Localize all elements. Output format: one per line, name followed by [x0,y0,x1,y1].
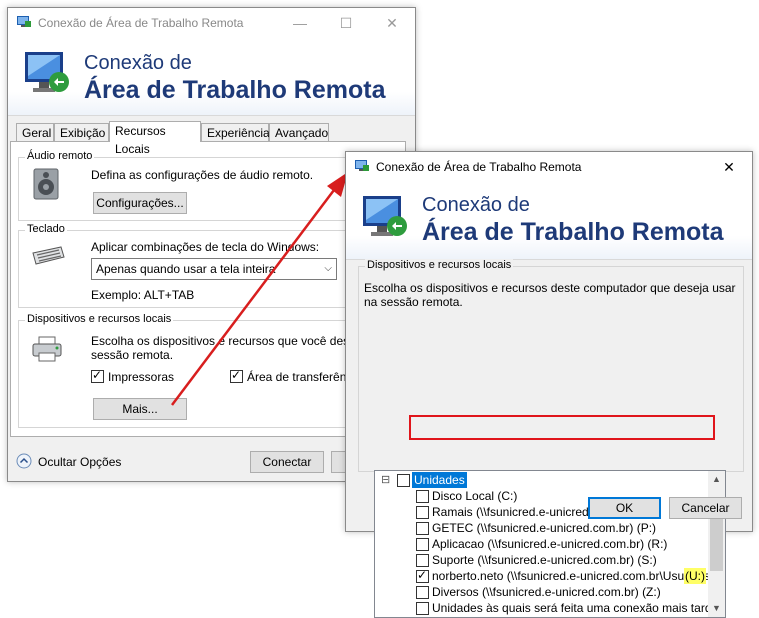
window-title: Conexão de Área de Trabalho Remota [38,16,244,30]
scroll-down-icon[interactable]: ▼ [708,600,725,617]
tab-experiencia[interactable]: Experiência [201,123,270,141]
keyboard-description: Aplicar combinações de tecla do Windows: [91,240,320,254]
tab-recursos-locais[interactable]: Recursos Locais [109,121,201,156]
keyboard-select-value: Apenas quando usar a tela inteira [96,262,276,276]
rdp-banner: Conexão de Área de Trabalho Remota [8,38,415,116]
ok-button[interactable]: OK [588,497,661,519]
tree-root-checkbox[interactable] [397,474,410,487]
front-devices-description-line2: na sessão remota. [364,295,463,309]
printers-label: Impressoras [108,370,175,384]
rdp-monitor-icon [21,48,73,103]
audio-description: Defina as configurações de áudio remoto. [91,168,314,182]
devices-description-line1: Escolha os dispositivos e recursos que v… [91,334,376,348]
scroll-up-icon[interactable]: ▲ [708,471,725,488]
tree-item-checkbox[interactable] [416,522,429,535]
tree-item-checkbox[interactable] [416,538,429,551]
front-banner-line1: Conexão de [422,194,530,216]
tree-expander-icon[interactable]: ⊟ [381,472,390,488]
tree-item-label[interactable]: Diversos (\\fsunicred.e-unicred.com.br) … [432,584,661,600]
tree-item-checkbox[interactable] [416,602,429,615]
close-icon[interactable]: ✕ [706,152,752,182]
rdp-app-icon [355,160,369,172]
banner-line2: Área de Trabalho Remota [84,76,386,104]
tree-item-checkbox[interactable] [416,490,429,503]
front-window: Conexão de Área de Trabalho Remota ✕ Con… [345,151,753,618]
front-rdp-banner: Conexão de Área de Trabalho Remota [346,182,752,260]
connect-button[interactable]: Conectar [250,451,324,473]
minimize-icon[interactable]: — [277,8,323,38]
audio-settings-button[interactable]: Configurações... [93,192,187,214]
speaker-icon [33,168,59,203]
front-window-title: Conexão de Área de Trabalho Remota [376,160,582,174]
tree-item-label[interactable]: norberto.neto (\\fsunicred.e-unicred.com… [432,568,714,584]
keyboard-combination-select[interactable]: Apenas quando usar a tela inteira ⌵ [91,258,337,280]
tree-item-checkbox[interactable] [416,506,429,519]
tab-exibicao[interactable]: Exibição [54,123,109,141]
selection-highlight-box [409,415,715,440]
tree-scrollbar[interactable]: ▲ ▼ [708,471,725,617]
clipboard-checkbox[interactable] [230,368,243,383]
close-icon[interactable]: ✕ [369,8,415,38]
title-bar[interactable]: Conexão de Área de Trabalho Remota — ☐ ✕ [8,8,415,38]
keyboard-group-label: Teclado [25,223,67,235]
maximize-icon[interactable]: ☐ [323,8,369,38]
printer-icon [31,335,65,366]
hide-options-icon[interactable] [16,453,32,472]
devices-description-line2: sessão remota. [91,348,174,362]
tab-geral[interactable]: Geral [16,123,54,141]
keyboard-icon [31,245,65,270]
front-banner-line2: Área de Trabalho Remota [422,218,724,246]
tree-item-checkbox[interactable] [416,554,429,567]
banner-line1: Conexão de [84,52,192,74]
drives-tree: ⊟ Unidades Disco Local (C:) Ramais (\\fs… [374,470,726,618]
front-devices-description-line1: Escolha os dispositivos e recursos deste… [364,281,736,295]
tab-avancado[interactable]: Avançado [269,123,329,141]
front-devices-group: Dispositivos e recursos locais Escolha o… [358,259,744,472]
keyboard-example: Exemplo: ALT+TAB [91,288,195,302]
front-devices-group-label: Dispositivos e recursos locais [365,259,514,271]
printers-checkbox[interactable] [91,368,104,383]
drive-letter-highlight: (U:) [684,568,706,584]
cancel-button[interactable]: Cancelar [669,497,742,519]
tree-item-label[interactable]: GETEC (\\fsunicred.e-unicred.com.br) (P:… [432,520,656,536]
hide-options-link[interactable]: Ocultar Opções [38,455,121,469]
tree-root-label[interactable]: Unidades [412,472,467,488]
audio-group-label: Áudio remoto [25,150,95,162]
tree-item-label[interactable]: Disco Local (C:) [432,488,517,504]
chevron-down-icon: ⌵ [324,263,332,274]
rdp-monitor-icon [359,192,411,247]
tree-item-checkbox[interactable] [416,586,429,599]
rdp-app-icon [17,16,31,28]
tree-item-label[interactable]: Aplicacao (\\fsunicred.e-unicred.com.br)… [432,536,667,552]
tree-item-checkbox-checked[interactable] [416,568,429,583]
front-title-bar[interactable]: Conexão de Área de Trabalho Remota ✕ [346,152,752,182]
devices-group-label: Dispositivos e recursos locais [25,313,174,325]
tree-item-label[interactable]: Unidades às quais será feita uma conexão… [432,600,718,616]
more-button[interactable]: Mais... [93,398,187,420]
tree-item-label[interactable]: Suporte (\\fsunicred.e-unicred.com.br) (… [432,552,657,568]
